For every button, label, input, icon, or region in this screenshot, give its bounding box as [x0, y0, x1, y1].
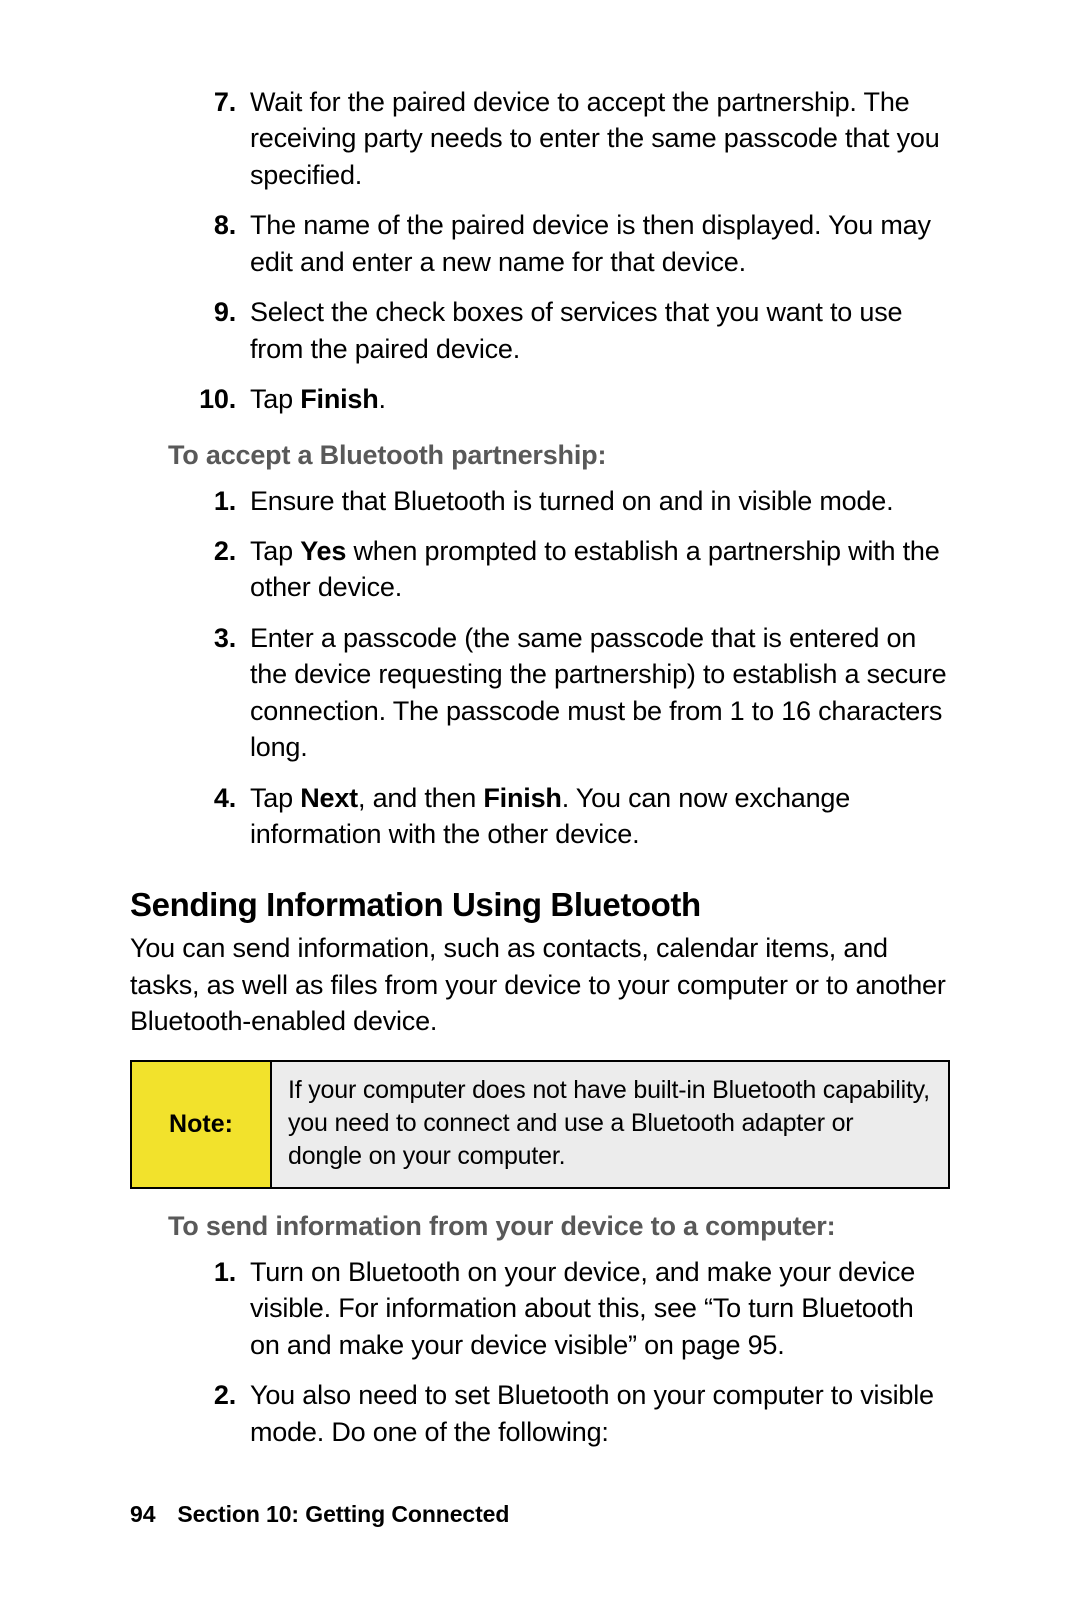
note-box: Note: If your computer does not have bui… [130, 1060, 950, 1189]
item-number: 8. [190, 207, 250, 280]
bold-run: Finish [483, 783, 561, 813]
item-text: Select the check boxes of services that … [250, 294, 950, 367]
item-text: Enter a passcode (the same passcode that… [250, 620, 950, 766]
list-item: 10. Tap Finish. [190, 381, 950, 417]
page-footer: 94 Section 10: Getting Connected [130, 1501, 509, 1528]
list-item: 2. You also need to set Bluetooth on you… [190, 1377, 950, 1450]
text-run: Tap [250, 384, 300, 414]
item-number: 3. [190, 620, 250, 766]
item-number: 1. [190, 483, 250, 519]
manual-page: 7. Wait for the paired device to accept … [0, 0, 1080, 1598]
item-text: Ensure that Bluetooth is turned on and i… [250, 483, 950, 519]
bold-run: Yes [300, 536, 346, 566]
section-title: Section 10: Getting Connected [177, 1501, 509, 1527]
item-text: You also need to set Bluetooth on your c… [250, 1377, 950, 1450]
section-heading: Sending Information Using Bluetooth [130, 886, 950, 924]
note-label: Note: [132, 1062, 272, 1187]
list-item: 7. Wait for the paired device to accept … [190, 84, 950, 193]
item-number: 1. [190, 1254, 250, 1363]
page-number: 94 [130, 1501, 155, 1527]
item-text: Tap Yes when prompted to establish a par… [250, 533, 950, 606]
bold-run: Finish [300, 384, 378, 414]
body-paragraph: You can send information, such as contac… [130, 930, 950, 1039]
procedure-subhead: To send information from your device to … [130, 1211, 950, 1242]
item-text: Wait for the paired device to accept the… [250, 84, 950, 193]
item-number: 10. [190, 381, 250, 417]
text-run: , and then [358, 783, 483, 813]
list-item: 1. Ensure that Bluetooth is turned on an… [190, 483, 950, 519]
list-item: 1. Turn on Bluetooth on your device, and… [190, 1254, 950, 1363]
item-text: Turn on Bluetooth on your device, and ma… [250, 1254, 950, 1363]
text-run: . [379, 384, 386, 414]
item-number: 9. [190, 294, 250, 367]
item-number: 2. [190, 533, 250, 606]
list-item: 2. Tap Yes when prompted to establish a … [190, 533, 950, 606]
ordered-list-continued: 7. Wait for the paired device to accept … [130, 84, 950, 418]
text-run: Tap [250, 536, 300, 566]
list-item: 8. The name of the paired device is then… [190, 207, 950, 280]
item-number: 2. [190, 1377, 250, 1450]
bold-run: Next [300, 783, 358, 813]
item-text: The name of the paired device is then di… [250, 207, 950, 280]
item-text: Tap Next, and then Finish. You can now e… [250, 780, 950, 853]
ordered-list-send: 1. Turn on Bluetooth on your device, and… [130, 1254, 950, 1450]
procedure-subhead: To accept a Bluetooth partnership: [130, 440, 950, 471]
list-item: 4. Tap Next, and then Finish. You can no… [190, 780, 950, 853]
text-run: Tap [250, 783, 300, 813]
ordered-list-accept: 1. Ensure that Bluetooth is turned on an… [130, 483, 950, 853]
item-number: 4. [190, 780, 250, 853]
list-item: 9. Select the check boxes of services th… [190, 294, 950, 367]
item-number: 7. [190, 84, 250, 193]
text-run: when prompted to establish a partnership… [250, 536, 940, 602]
item-text: Tap Finish. [250, 381, 950, 417]
note-body: If your computer does not have built-in … [272, 1062, 948, 1187]
list-item: 3. Enter a passcode (the same passcode t… [190, 620, 950, 766]
